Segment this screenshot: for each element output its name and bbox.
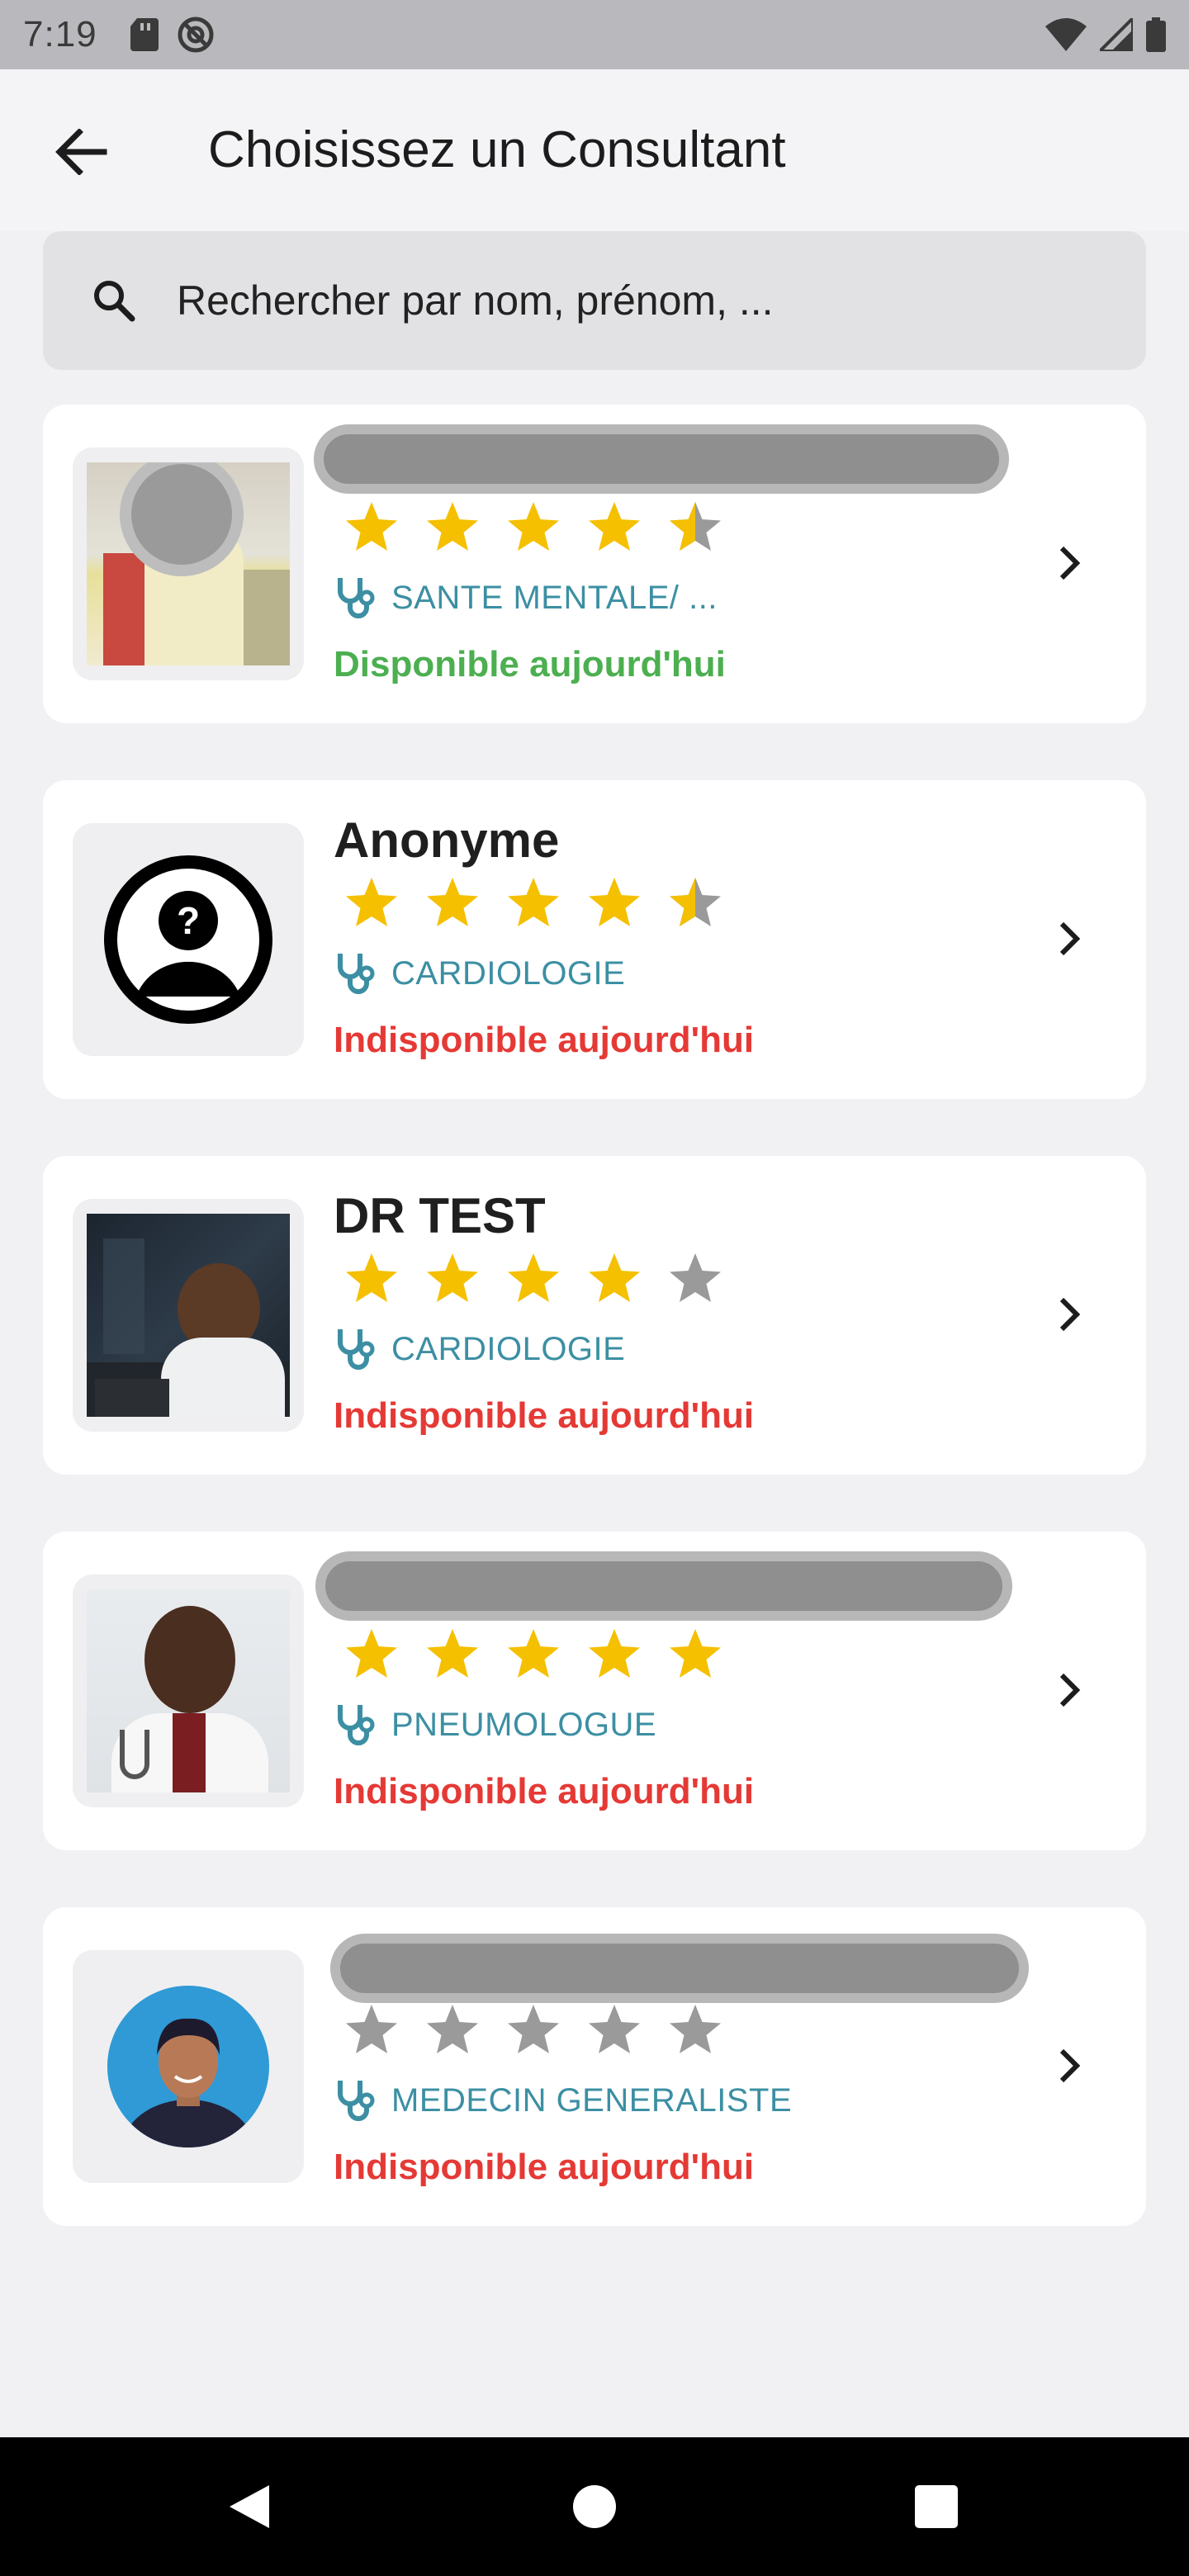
- specialty-label: SANTE MENTALE/ ...: [391, 579, 718, 616]
- svg-text:?: ?: [177, 899, 200, 942]
- specialty-label: PNEUMOLOGUE: [391, 1706, 657, 1743]
- star-icon: [427, 502, 478, 551]
- home-circle-icon: [573, 2485, 616, 2528]
- specialty-label: CARDIOLOGIE: [391, 954, 626, 992]
- rating-stars: [343, 2003, 723, 2056]
- avatar: [73, 1574, 304, 1807]
- nav-back-button[interactable]: [220, 2477, 279, 2536]
- stethoscope-icon: [338, 2081, 375, 2121]
- back-button[interactable]: [48, 119, 114, 185]
- consultant-photo: [87, 462, 290, 665]
- star-icon: [670, 1629, 721, 1678]
- app-bar: Choisissez un Consultant: [0, 69, 1189, 231]
- star-icon: [589, 1629, 640, 1678]
- search-input[interactable]: [177, 277, 1085, 324]
- specialty: MEDECIN GENERALISTE: [334, 2077, 792, 2124]
- chevron-right-icon: [1044, 537, 1097, 590]
- arrow-left-icon: [55, 129, 107, 175]
- star-icon: [427, 1253, 478, 1302]
- rating-stars: [343, 876, 723, 929]
- chevron-right-icon: [1044, 2039, 1097, 2092]
- avatar-illustration: [107, 1986, 269, 2147]
- star-icon: [346, 1629, 397, 1678]
- stethoscope-icon: [338, 1329, 375, 1370]
- system-nav-bar: [0, 2437, 1189, 2576]
- name-redacted: [315, 1551, 1012, 1621]
- status-time: 7:19: [23, 14, 97, 54]
- star-icon: [427, 878, 478, 926]
- status-right-icons: [1045, 17, 1166, 52]
- rating-stars: [343, 500, 723, 553]
- star-icon: [346, 502, 397, 551]
- avatar: [73, 1950, 304, 2183]
- nav-recents-button[interactable]: [907, 2477, 966, 2536]
- star-icon: [346, 2005, 397, 2053]
- stethoscope-icon: [338, 578, 375, 618]
- star-icon: [589, 2005, 640, 2053]
- specialty: CARDIOLOGIE: [334, 950, 625, 997]
- star-icon: [427, 1629, 478, 1678]
- consultant-card[interactable]: SANTE MENTALE/ ... Disponible aujourd'hu…: [43, 405, 1146, 723]
- star-icon: [670, 2005, 721, 2053]
- search-icon: [89, 276, 139, 325]
- anonymous-user-icon: ?: [104, 855, 272, 1024]
- stethoscope-icon: [338, 954, 375, 994]
- star-icon: [508, 1253, 559, 1302]
- consultant-card[interactable]: ? Anonyme CARDIOLOGIE Indisponible aujou…: [43, 780, 1146, 1099]
- star-icon: [508, 1629, 559, 1678]
- availability-status: Indisponible aujourd'hui: [334, 1771, 755, 1811]
- specialty-label: MEDECIN GENERALISTE: [391, 2081, 793, 2119]
- recents-square-icon: [915, 2485, 958, 2528]
- sync-off-icon: [178, 17, 214, 53]
- chevron-right-icon: [1044, 1288, 1097, 1341]
- rating-stars: [343, 1627, 723, 1680]
- consultant-card[interactable]: MEDECIN GENERALISTE Indisponible aujourd…: [43, 1907, 1146, 2226]
- sd-card-icon: [130, 18, 159, 51]
- avatar: [73, 447, 304, 680]
- consultant-name: Anonyme: [334, 812, 560, 868]
- stethoscope-icon: [338, 1705, 375, 1745]
- rating-stars: [343, 1252, 723, 1305]
- consultant-photo: [87, 1214, 290, 1417]
- availability-status: Indisponible aujourd'hui: [334, 2147, 755, 2187]
- name-redacted: [330, 1934, 1029, 2003]
- signal-icon: [1100, 18, 1133, 51]
- specialty: SANTE MENTALE/ ...: [334, 575, 718, 621]
- star-icon: [670, 502, 721, 551]
- specialty: PNEUMOLOGUE: [334, 1702, 656, 1748]
- chevron-right-icon: [1044, 1664, 1097, 1717]
- star-icon: [589, 502, 640, 551]
- star-icon: [346, 878, 397, 926]
- availability-status: Disponible aujourd'hui: [334, 644, 726, 684]
- avatar: [73, 1199, 304, 1432]
- consultant-card[interactable]: PNEUMOLOGUE Indisponible aujourd'hui: [43, 1532, 1146, 1850]
- chevron-right-icon: [1044, 912, 1097, 965]
- status-bar: 7:19: [0, 0, 1189, 69]
- status-left-icons: [130, 16, 215, 54]
- battery-icon: [1146, 17, 1166, 52]
- star-icon: [508, 2005, 559, 2053]
- star-icon: [589, 1253, 640, 1302]
- consultant-photo: [87, 1589, 290, 1792]
- star-icon: [508, 502, 559, 551]
- page-title: Choisissez un Consultant: [208, 121, 786, 178]
- star-icon: [589, 878, 640, 926]
- availability-status: Indisponible aujourd'hui: [334, 1020, 755, 1060]
- name-redacted: [314, 424, 1009, 494]
- search-bar[interactable]: [43, 231, 1146, 370]
- star-icon: [670, 1253, 721, 1302]
- star-icon: [508, 878, 559, 926]
- availability-status: Indisponible aujourd'hui: [334, 1395, 755, 1436]
- nav-home-button[interactable]: [565, 2477, 624, 2536]
- specialty-label: CARDIOLOGIE: [391, 1330, 626, 1367]
- wifi-icon: [1045, 18, 1087, 51]
- star-icon: [427, 2005, 478, 2053]
- avatar: ?: [73, 823, 304, 1056]
- back-triangle-icon: [230, 2485, 269, 2528]
- consultant-name: DR TEST: [334, 1188, 546, 1243]
- specialty: CARDIOLOGIE: [334, 1326, 625, 1372]
- consultant-card[interactable]: DR TEST CARDIOLOGIE Indisponible aujourd…: [43, 1156, 1146, 1475]
- star-icon: [670, 878, 721, 926]
- star-icon: [346, 1253, 397, 1302]
